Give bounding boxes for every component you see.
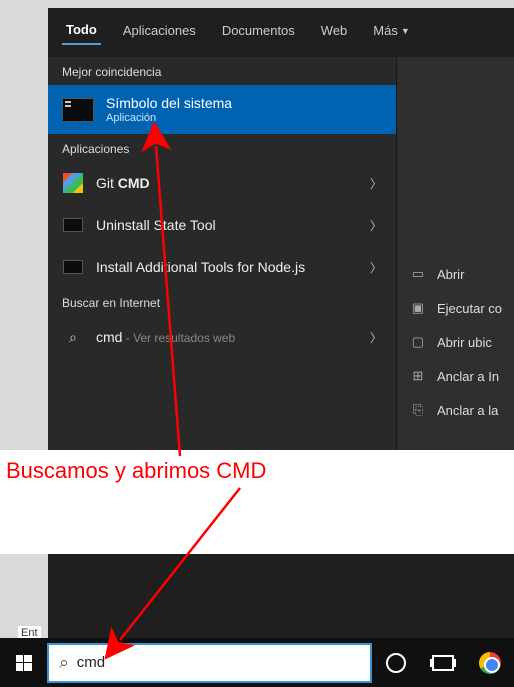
chevron-right-icon: 〉 bbox=[370, 217, 382, 234]
best-match-item[interactable]: Símbolo del sistema Aplicación bbox=[48, 85, 396, 134]
chevron-down-icon: ▼ bbox=[401, 26, 410, 36]
cmd-icon bbox=[62, 98, 94, 122]
annotation-text: Buscamos y abrimos CMD bbox=[6, 458, 266, 484]
section-apps: Aplicaciones bbox=[48, 134, 396, 162]
dark-patch-below-panel bbox=[48, 554, 514, 638]
task-view-icon bbox=[432, 655, 454, 671]
chevron-right-icon: 〉 bbox=[370, 175, 382, 192]
action-label: Abrir ubic bbox=[437, 335, 492, 350]
taskbar: ⌕ bbox=[0, 638, 514, 687]
action-pin-taskbar[interactable]: ⎘ Anclar a la bbox=[397, 393, 514, 427]
folder-icon: ▢ bbox=[409, 334, 427, 350]
search-tabs: Todo Aplicaciones Documentos Web Más ▼ bbox=[48, 8, 514, 57]
best-match-subtitle: Aplicación bbox=[106, 112, 232, 124]
tab-documentos[interactable]: Documentos bbox=[218, 17, 299, 44]
app-item-install-node-tools[interactable]: Install Additional Tools for Node.js 〉 bbox=[48, 246, 396, 288]
search-icon: ⌕ bbox=[59, 653, 69, 673]
action-open-location[interactable]: ▢ Abrir ubic bbox=[397, 325, 514, 359]
tab-aplicaciones[interactable]: Aplicaciones bbox=[119, 17, 200, 44]
app-item-uninstall-state-tool[interactable]: Uninstall State Tool 〉 bbox=[48, 204, 396, 246]
chrome-taskbar-button[interactable] bbox=[467, 638, 514, 687]
web-search-item[interactable]: ⌕ cmd - Ver resultados web 〉 bbox=[48, 316, 396, 358]
chrome-icon bbox=[479, 652, 501, 674]
action-run-as-admin[interactable]: ▣ Ejecutar co bbox=[397, 291, 514, 325]
tab-web[interactable]: Web bbox=[317, 17, 352, 44]
tab-mas[interactable]: Más ▼ bbox=[369, 17, 413, 44]
apps-list: Git CMD 〉 Uninstall State Tool 〉 Install… bbox=[48, 162, 396, 288]
start-button[interactable] bbox=[0, 638, 47, 687]
tab-todo[interactable]: Todo bbox=[62, 16, 101, 45]
cmd-small-icon bbox=[62, 256, 84, 278]
section-best-match: Mejor coincidencia bbox=[48, 57, 396, 85]
best-match-text: Símbolo del sistema Aplicación bbox=[106, 95, 232, 124]
action-label: Ejecutar co bbox=[437, 301, 502, 316]
action-pin-start[interactable]: ⊞ Anclar a In bbox=[397, 359, 514, 393]
app-item-git-cmd[interactable]: Git CMD 〉 bbox=[48, 162, 396, 204]
chevron-right-icon: 〉 bbox=[370, 259, 382, 276]
open-icon: ▭ bbox=[409, 266, 427, 282]
search-icon: ⌕ bbox=[62, 326, 84, 348]
git-icon bbox=[62, 172, 84, 194]
taskbar-search-input[interactable] bbox=[77, 654, 361, 671]
shield-icon: ▣ bbox=[409, 300, 427, 316]
action-label: Anclar a In bbox=[437, 369, 499, 384]
web-search-label: cmd - Ver resultados web bbox=[96, 329, 235, 345]
app-item-label: Git CMD bbox=[96, 175, 150, 191]
chevron-right-icon: 〉 bbox=[370, 329, 382, 346]
cortana-icon bbox=[386, 653, 406, 673]
tab-mas-label: Más bbox=[373, 23, 398, 38]
task-view-button[interactable] bbox=[420, 638, 467, 687]
taskbar-search-box[interactable]: ⌕ bbox=[47, 643, 372, 683]
pin-icon: ⊞ bbox=[409, 368, 427, 384]
best-match-title: Símbolo del sistema bbox=[106, 95, 232, 111]
app-item-label: Install Additional Tools for Node.js bbox=[96, 259, 305, 275]
action-label: Abrir bbox=[437, 267, 464, 282]
cortana-button[interactable] bbox=[372, 638, 419, 687]
cmd-small-icon bbox=[62, 214, 84, 236]
app-item-label: Uninstall State Tool bbox=[96, 217, 216, 233]
action-label: Anclar a la bbox=[437, 403, 498, 418]
section-web-search: Buscar en Internet bbox=[48, 288, 396, 316]
action-open[interactable]: ▭ Abrir bbox=[397, 257, 514, 291]
windows-logo-icon bbox=[16, 655, 32, 671]
pin-taskbar-icon: ⎘ bbox=[409, 402, 427, 418]
